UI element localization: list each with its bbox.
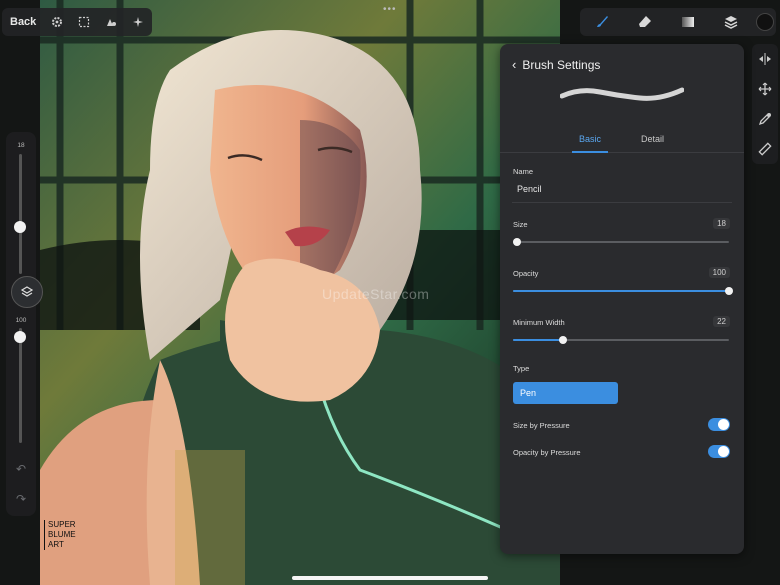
name-label: Name xyxy=(513,167,534,176)
opacity-by-pressure-toggle[interactable] xyxy=(708,445,730,458)
top-right-toolbar xyxy=(580,8,776,36)
tab-bar: Basic Detail xyxy=(500,132,744,153)
brush-settings-panel: ‹ Brush Settings Basic Detail Name Penci… xyxy=(500,44,744,554)
watermark-text: UpdateStar.com xyxy=(322,286,430,302)
gradient-icon[interactable] xyxy=(666,8,709,36)
artist-signature: SUPER BLUME ART xyxy=(44,520,76,550)
minimum-width-label: Minimum Width xyxy=(513,318,565,327)
home-indicator[interactable] xyxy=(292,576,488,580)
selection-icon[interactable] xyxy=(70,8,97,36)
ruler-icon[interactable] xyxy=(752,134,778,164)
chevron-left-icon[interactable]: ‹ xyxy=(512,57,516,72)
panel-title: Brush Settings xyxy=(522,57,601,72)
toggle-knob xyxy=(718,446,729,457)
right-toolbar xyxy=(752,44,778,164)
minimum-width-value[interactable]: 22 xyxy=(713,316,730,327)
move-icon[interactable] xyxy=(752,74,778,104)
minimum-width-slider[interactable] xyxy=(513,336,729,344)
signature-line: ART xyxy=(48,540,64,549)
opacity-label: Opacity xyxy=(513,269,539,278)
size-by-pressure-toggle[interactable] xyxy=(708,418,730,431)
panel-header: ‹ Brush Settings xyxy=(512,57,600,72)
drag-handle[interactable]: ••• xyxy=(383,4,397,15)
signature-line: BLUME xyxy=(48,530,76,539)
toggle-knob xyxy=(718,419,729,430)
top-left-toolbar: Back xyxy=(2,8,152,36)
brush-size-slider[interactable] xyxy=(19,154,22,274)
minimum-width-slider-fill xyxy=(513,339,563,341)
size-label: Size xyxy=(513,220,528,229)
minimum-width-slider-knob[interactable] xyxy=(558,336,567,344)
brush-size-value: 18 xyxy=(17,142,25,149)
tab-detail[interactable]: Detail xyxy=(641,134,664,144)
opacity-slider-fill xyxy=(513,290,729,292)
active-tab-indicator xyxy=(572,151,608,153)
tab-basic[interactable]: Basic xyxy=(579,134,601,144)
current-color-swatch[interactable] xyxy=(756,13,774,31)
gear-icon[interactable] xyxy=(43,8,70,36)
brush-name-field[interactable]: Pencil xyxy=(517,184,542,194)
redo-icon[interactable]: ↷ xyxy=(10,488,32,510)
size-value[interactable]: 18 xyxy=(713,218,730,229)
size-slider[interactable] xyxy=(513,238,729,246)
size-slider-knob[interactable] xyxy=(513,238,522,246)
layers-icon[interactable] xyxy=(709,8,752,36)
brush-opacity-thumb[interactable] xyxy=(14,331,26,344)
opacity-value[interactable]: 100 xyxy=(708,267,730,278)
brush-size-thumb[interactable] xyxy=(14,221,26,234)
modify-button[interactable] xyxy=(11,276,43,308)
layers-stack-icon xyxy=(20,286,34,297)
brush-icon[interactable] xyxy=(580,8,623,36)
type-label: Type xyxy=(513,364,530,373)
flip-icon[interactable] xyxy=(752,44,778,74)
size-by-pressure-label: Size by Pressure xyxy=(513,421,570,430)
type-select-button[interactable]: Pen xyxy=(513,382,618,404)
opacity-by-pressure-label: Opacity by Pressure xyxy=(513,448,581,457)
sparkle-icon[interactable] xyxy=(125,8,152,36)
signature-line: SUPER xyxy=(48,520,76,529)
brush-opacity-value: 100 xyxy=(15,317,27,324)
brush-opacity-slider[interactable] xyxy=(19,328,22,443)
back-button[interactable]: Back xyxy=(2,16,43,28)
left-sidebar: 18 100 ↶ ↷ xyxy=(6,132,36,516)
brush-stroke-preview xyxy=(560,87,684,101)
opacity-slider[interactable] xyxy=(513,287,733,295)
opacity-slider-knob[interactable] xyxy=(725,287,733,295)
divider xyxy=(512,202,732,203)
undo-icon[interactable]: ↶ xyxy=(10,458,32,480)
shapes-icon[interactable] xyxy=(98,8,125,36)
eyedropper-icon[interactable] xyxy=(752,104,778,134)
eraser-icon[interactable] xyxy=(623,8,666,36)
